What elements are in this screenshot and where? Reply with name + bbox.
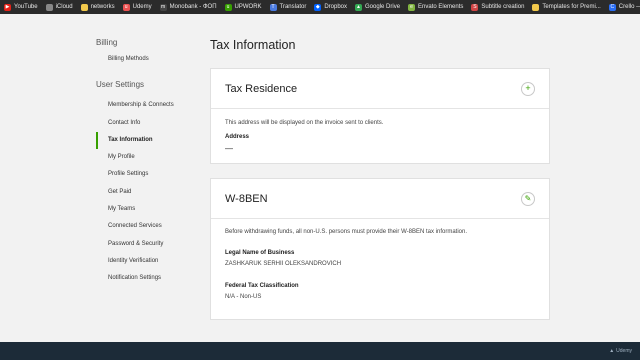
sidebar-item-notification-settings[interactable]: Notification Settings (96, 270, 204, 287)
w8ben-title: W-8BEN (225, 192, 268, 205)
bookmark-item[interactable]: T Translator (266, 0, 311, 14)
w8ben-description: Before withdrawing funds, all non-U.S. p… (225, 229, 467, 235)
bookmarks-bar: ▶ YouTube iCloud networks u Udemy m Monobank - … (0, 0, 640, 14)
bookmark-item[interactable]: u Udemy (119, 0, 156, 14)
federal-tax-classification-value: N/A - Non-US (225, 294, 262, 300)
sidebar-item-my-teams[interactable]: My Teams (96, 201, 204, 218)
translate-icon: T (269, 3, 277, 11)
sidebar-item-get-paid[interactable]: Get Paid (96, 184, 204, 201)
crello-icon: C (608, 3, 616, 11)
udemy-watermark: ▲ Udemy (609, 348, 632, 354)
udemy-logo-icon: ▲ (609, 348, 615, 354)
udemy-icon: u (122, 3, 130, 11)
plus-icon: + (525, 83, 531, 93)
bookmark-item[interactable]: iCloud (42, 0, 77, 14)
bookmark-item[interactable]: e Envato Elements (404, 0, 467, 14)
settings-page: Billing Billing Methods User Settings Me… (0, 14, 640, 342)
tax-residence-header: Tax Residence + (211, 69, 549, 109)
bookmark-label: Udemy (132, 4, 152, 10)
main-content: Tax Information Tax Residence + This add… (210, 38, 550, 320)
user-settings-heading: User Settings (96, 80, 145, 90)
bookmark-item[interactable]: CCrello — Free Graph... (605, 0, 640, 14)
bookmark-label: YouTube (14, 4, 38, 10)
add-tax-residence-button[interactable]: + (521, 81, 535, 96)
bookmark-label: Subtitle creation (481, 4, 525, 10)
bookmark-item[interactable]: Templates for Premi... (528, 0, 604, 14)
drive-icon: ▲ (355, 3, 363, 11)
bookmark-label: Google Drive (365, 4, 401, 10)
bookmark-label: Monobank - ФОП (169, 4, 217, 10)
settings-sidebar: Billing Billing Methods User Settings Me… (96, 38, 204, 288)
subtitle-icon: S (471, 3, 479, 11)
w8ben-card: W-8BEN ✎ Before withdrawing funds, all n… (210, 178, 550, 320)
bookmark-item[interactable]: m Monobank - ФОП (156, 0, 221, 14)
bookmark-label: Dropbox (324, 4, 348, 10)
w8ben-header: W-8BEN ✎ (211, 179, 549, 219)
w8ben-body: Before withdrawing funds, all non-U.S. p… (211, 219, 549, 310)
sidebar-item-tax-information[interactable]: Tax Information (96, 131, 204, 150)
bookmark-label: Envato Elements (418, 4, 464, 10)
page-title: Tax Information (210, 38, 296, 52)
folder-icon (532, 3, 540, 11)
folder-icon (80, 3, 88, 11)
bookmark-label: UPWORK (234, 4, 262, 10)
bookmark-label: Templates for Premi... (542, 4, 601, 10)
user-settings-list: Membership & Connects Contact Info Tax Inf… (96, 97, 204, 287)
upwork-icon: u (224, 3, 232, 11)
video-player-bar: ▲ Udemy (0, 342, 640, 360)
legal-name-value: ZASHKARUK SERHII OLEKSANDROVICH (225, 261, 342, 267)
envato-icon: e (408, 3, 416, 11)
bookmark-item[interactable]: ▶ YouTube (0, 0, 42, 14)
pencil-icon: ✎ (524, 193, 532, 203)
federal-tax-classification-label: Federal Tax Classification (225, 283, 299, 289)
sidebar-item-membership[interactable]: Membership & Connects (96, 97, 204, 114)
bookmark-item[interactable]: u UPWORK (221, 0, 266, 14)
tax-residence-body: This address will be displayed on the in… (211, 109, 549, 163)
sidebar-item-identity-verification[interactable]: Identity Verification (96, 253, 204, 270)
bookmark-label: Crello — Free Graph... (618, 4, 640, 10)
sidebar-item-contact-info[interactable]: Contact Info (96, 115, 204, 132)
bookmark-item[interactable]: networks (77, 0, 119, 14)
youtube-icon: ▶ (4, 3, 11, 11)
dropbox-icon: ◆ (314, 3, 322, 11)
address-label: Address (225, 134, 250, 140)
monobank-icon: m (159, 3, 167, 11)
bookmark-label: iCloud (55, 4, 73, 10)
bookmark-label: networks (90, 4, 115, 10)
apple-icon (45, 3, 53, 11)
sidebar-item-billing-methods[interactable]: Billing Methods (96, 51, 204, 68)
bookmark-label: Translator (279, 4, 307, 10)
tax-residence-card: Tax Residence + This address will be dis… (210, 68, 550, 164)
billing-heading: Billing (96, 38, 118, 47)
address-value: — (225, 144, 233, 153)
sidebar-item-password-security[interactable]: Password & Security (96, 236, 204, 253)
bookmark-item[interactable]: ◆ Dropbox (310, 0, 351, 14)
bookmark-item[interactable]: ▲ Google Drive (351, 0, 404, 14)
bookmark-item[interactable]: S Subtitle creation (467, 0, 528, 14)
legal-name-label: Legal Name of Business (225, 250, 295, 256)
edit-w8ben-button[interactable]: ✎ (521, 191, 535, 206)
tax-residence-title: Tax Residence (225, 82, 298, 95)
watermark-text: Udemy (616, 348, 632, 354)
sidebar-item-my-profile[interactable]: My Profile (96, 149, 204, 166)
sidebar-item-profile-settings[interactable]: Profile Settings (96, 166, 204, 183)
sidebar-item-connected-services[interactable]: Connected Services (96, 218, 204, 235)
tax-residence-description: This address will be displayed on the in… (225, 120, 384, 126)
